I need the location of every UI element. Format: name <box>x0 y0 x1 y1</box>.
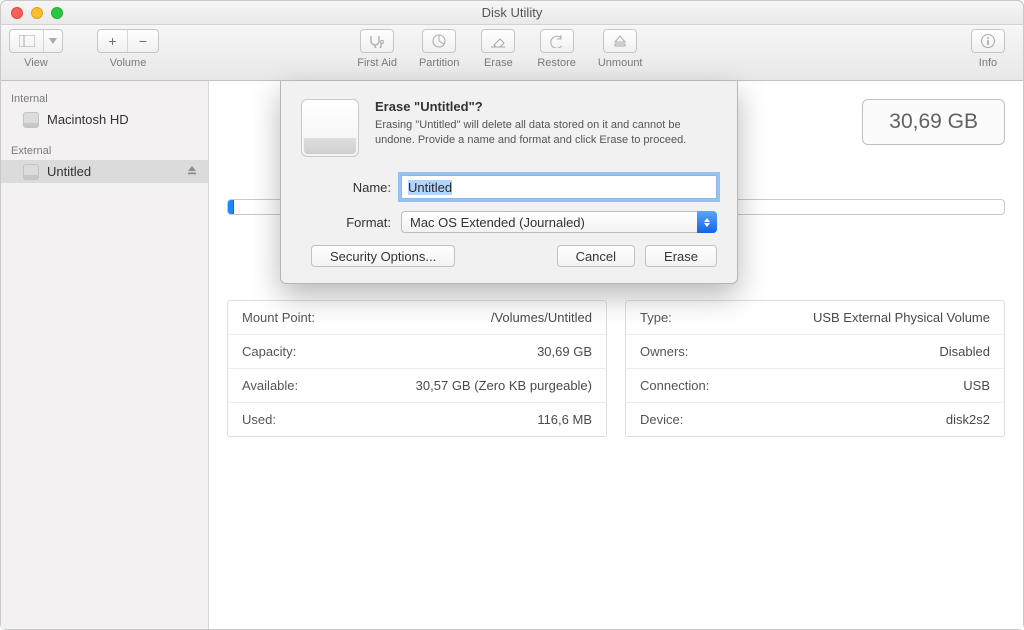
capacity-badge: 30,69 GB <box>862 99 1005 145</box>
drive-icon <box>301 99 359 157</box>
table-row: Mount Point:/Volumes/Untitled <box>228 301 606 335</box>
toolbar-label: View <box>24 57 48 69</box>
toolbar-volume-group: + − Volume <box>97 29 159 69</box>
name-label: Name: <box>301 180 391 195</box>
toolbar-firstaid[interactable]: First Aid <box>357 29 397 69</box>
sidebar-header-external: External <box>1 141 208 160</box>
toolbar-partition[interactable]: Partition <box>419 29 459 69</box>
toolbar-label: Unmount <box>598 57 643 69</box>
traffic-lights <box>11 7 63 19</box>
table-row: Capacity:30,69 GB <box>228 335 606 369</box>
table-row: Device:disk2s2 <box>626 403 1004 436</box>
eraser-icon <box>489 34 507 48</box>
table-row: Used:116,6 MB <box>228 403 606 436</box>
info-tables: Mount Point:/Volumes/Untitled Capacity:3… <box>227 300 1005 437</box>
zoom-icon[interactable] <box>51 7 63 19</box>
sidebar-header-internal: Internal <box>1 89 208 108</box>
toolbar-label: Partition <box>419 57 459 69</box>
info-table-left: Mount Point:/Volumes/Untitled Capacity:3… <box>227 300 607 437</box>
chevron-down-icon <box>49 38 57 44</box>
toolbar: View + − Volume First Aid Partition Eras… <box>1 25 1023 81</box>
sheet-body: Erasing "Untitled" will delete all data … <box>375 118 717 148</box>
toolbar-restore[interactable]: Restore <box>537 29 576 69</box>
view-button[interactable] <box>9 29 63 53</box>
eject-icon <box>613 34 627 48</box>
toolbar-erase[interactable]: Erase <box>481 29 515 69</box>
sheet-title: Erase "Untitled"? <box>375 99 717 114</box>
minus-icon: − <box>139 33 147 49</box>
disk-utility-window: Disk Utility View + − Volume First Aid <box>0 0 1024 630</box>
sidebar-icon <box>19 35 35 47</box>
toolbar-label: First Aid <box>357 57 397 69</box>
table-row: Owners:Disabled <box>626 335 1004 369</box>
close-icon[interactable] <box>11 7 23 19</box>
sidebar-item-macintosh-hd[interactable]: Macintosh HD <box>1 108 208 131</box>
toolbar-label: Restore <box>537 57 576 69</box>
erase-sheet: Erase "Untitled"? Erasing "Untitled" wil… <box>280 81 738 284</box>
cancel-button[interactable]: Cancel <box>557 245 635 267</box>
disk-icon <box>23 164 39 180</box>
format-select[interactable]: Mac OS Extended (Journaled) <box>401 211 717 233</box>
select-arrows-icon <box>697 211 717 233</box>
name-input[interactable] <box>401 175 717 199</box>
sidebar: Internal Macintosh HD External Untitled <box>1 81 209 629</box>
info-table-right: Type:USB External Physical Volume Owners… <box>625 300 1005 437</box>
toolbar-unmount[interactable]: Unmount <box>598 29 643 69</box>
format-select-value: Mac OS Extended (Journaled) <box>401 211 717 233</box>
table-row: Type:USB External Physical Volume <box>626 301 1004 335</box>
erase-button[interactable]: Erase <box>645 245 717 267</box>
toolbar-view-group: View <box>9 29 63 69</box>
sidebar-item-label: Untitled <box>47 164 91 179</box>
disk-icon <box>23 112 39 128</box>
info-icon <box>980 33 996 49</box>
toolbar-label: Info <box>979 57 997 69</box>
security-options-button[interactable]: Security Options... <box>311 245 455 267</box>
plus-icon: + <box>108 33 116 49</box>
minimize-icon[interactable] <box>31 7 43 19</box>
restore-icon <box>549 34 565 48</box>
sidebar-item-untitled[interactable]: Untitled <box>1 160 208 183</box>
volume-buttons[interactable]: + − <box>97 29 159 53</box>
usage-meter-used <box>228 200 234 214</box>
eject-icon[interactable] <box>186 164 198 179</box>
titlebar: Disk Utility <box>1 1 1023 25</box>
window-title: Disk Utility <box>482 5 543 20</box>
toolbar-info[interactable]: Info <box>971 29 1005 69</box>
stethoscope-icon <box>368 34 386 48</box>
sidebar-item-label: Macintosh HD <box>47 112 129 127</box>
pie-icon <box>431 33 447 49</box>
table-row: Available:30,57 GB (Zero KB purgeable) <box>228 369 606 403</box>
toolbar-label: Erase <box>484 57 513 69</box>
format-label: Format: <box>301 215 391 230</box>
toolbar-label: Volume <box>110 57 147 69</box>
table-row: Connection:USB <box>626 369 1004 403</box>
